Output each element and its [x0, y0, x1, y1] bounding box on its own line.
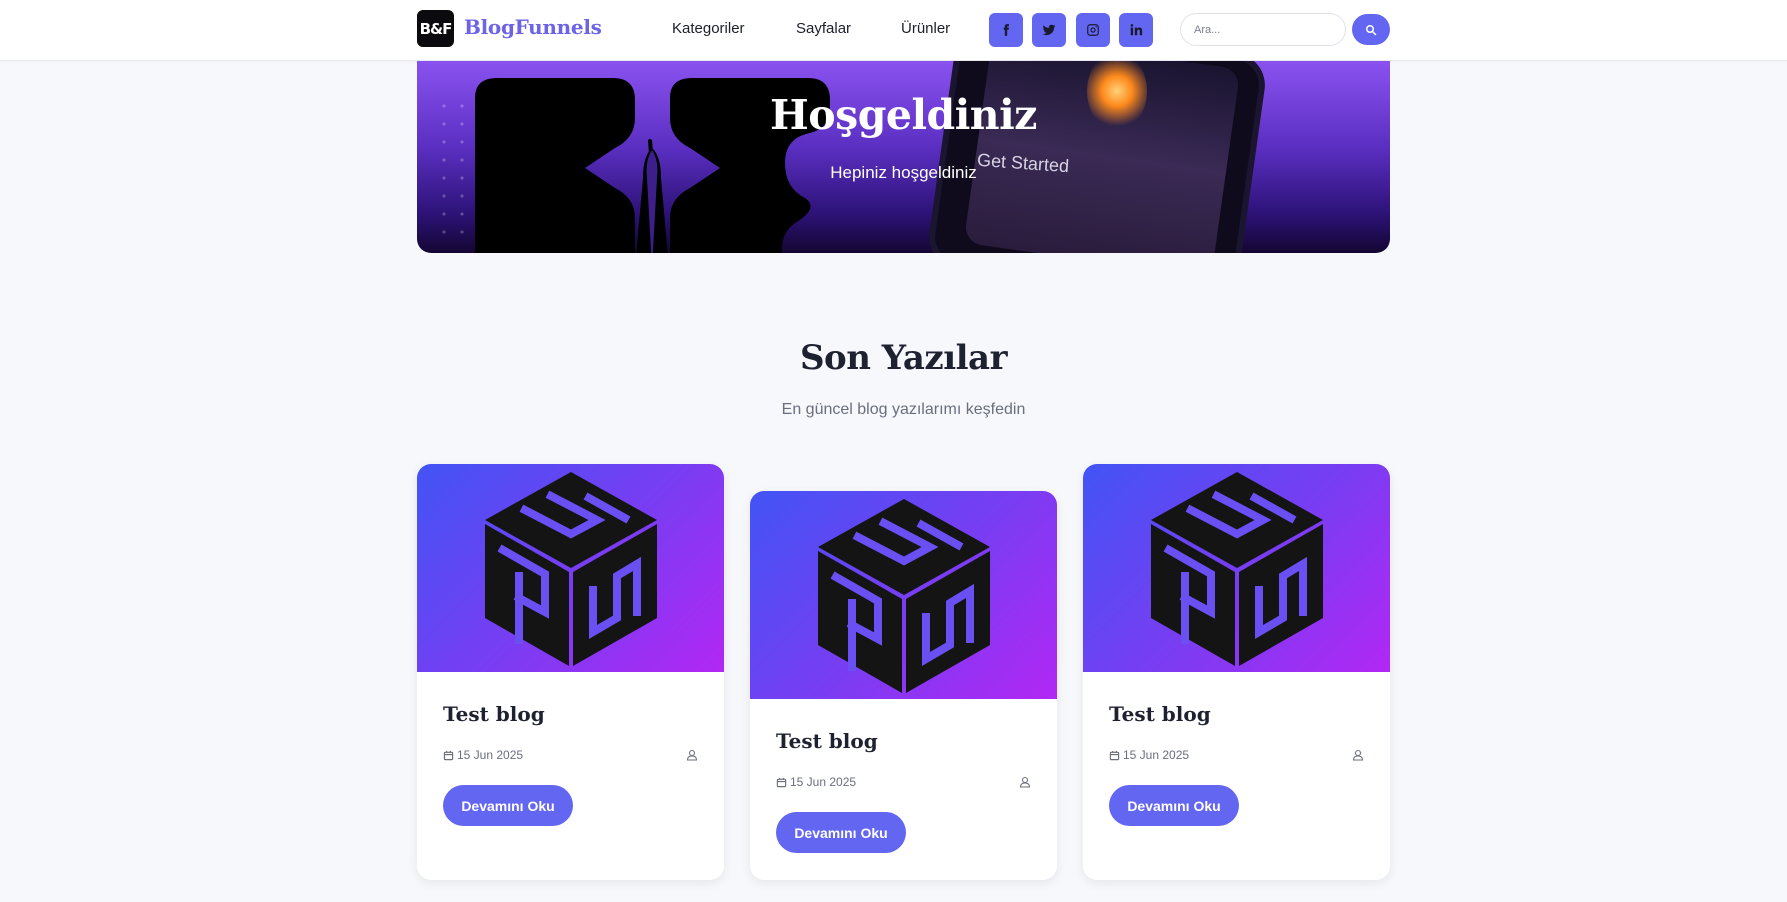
user-icon	[1352, 749, 1364, 761]
section-subtitle: En güncel blog yazılarımı keşfedin	[781, 401, 1026, 418]
maze-cube-icon	[818, 499, 990, 693]
nav-categories[interactable]: Kategoriler	[672, 20, 745, 37]
logo[interactable]: B&F	[417, 10, 454, 47]
twitter-icon	[1042, 24, 1056, 36]
post-date: 15 Jun 2025	[443, 748, 523, 762]
read-more-button[interactable]: Devamını Oku	[776, 812, 906, 853]
nav-products[interactable]: Ürünler	[901, 20, 950, 37]
section-title: Son Yazılar	[799, 338, 1008, 378]
hero-subtitle: Hepiniz hoşgeldiniz	[830, 163, 977, 182]
post-image[interactable]	[750, 491, 1057, 699]
search-button[interactable]	[1352, 14, 1390, 45]
hero-title: Hoşgeldiniz	[770, 91, 1037, 139]
post-title[interactable]: Test blog	[443, 702, 545, 726]
linkedin-icon	[1130, 24, 1143, 36]
user-icon	[1019, 776, 1031, 788]
post-date-text: 15 Jun 2025	[1123, 748, 1190, 762]
facebook-button[interactable]	[989, 13, 1023, 47]
user-icon	[686, 749, 698, 761]
calendar-icon	[1109, 750, 1120, 760]
post-date-text: 15 Jun 2025	[790, 775, 857, 789]
read-more-button[interactable]: Devamını Oku	[443, 785, 573, 826]
instagram-icon	[1087, 24, 1099, 36]
hero-banner: Get Started Hoşgeldiniz Hepiniz hoşgeldi…	[417, 61, 1390, 253]
search-input[interactable]	[1180, 13, 1346, 46]
post-card[interactable]: Test blog 15 Jun 2025 Devamını Oku	[417, 464, 724, 880]
post-card[interactable]: Test blog 15 Jun 2025 Devamını Oku	[750, 491, 1057, 880]
facebook-icon	[1003, 24, 1009, 36]
site-header: B&F BlogFunnels Kategoriler Sayfalar Ürü…	[0, 0, 1787, 61]
linkedin-button[interactable]	[1119, 13, 1153, 47]
read-more-button[interactable]: Devamını Oku	[1109, 785, 1239, 826]
post-title[interactable]: Test blog	[776, 729, 878, 753]
maze-cube-icon	[1151, 472, 1323, 666]
post-date-text: 15 Jun 2025	[457, 748, 524, 762]
post-title[interactable]: Test blog	[1109, 702, 1211, 726]
post-date: 15 Jun 2025	[1109, 748, 1189, 762]
instagram-button[interactable]	[1076, 13, 1110, 47]
calendar-icon	[776, 777, 787, 787]
post-image[interactable]	[1083, 464, 1390, 672]
twitter-button[interactable]	[1032, 13, 1066, 47]
logo-text: B&F	[419, 19, 453, 38]
nav-pages[interactable]: Sayfalar	[796, 20, 851, 37]
post-image[interactable]	[417, 464, 724, 672]
post-date: 15 Jun 2025	[776, 775, 856, 789]
search-icon	[1366, 24, 1377, 35]
post-card[interactable]: Test blog 15 Jun 2025 Devamını Oku	[1083, 464, 1390, 880]
maze-cube-icon	[485, 472, 657, 666]
brand-name[interactable]: BlogFunnels	[464, 15, 602, 39]
calendar-icon	[443, 750, 454, 760]
